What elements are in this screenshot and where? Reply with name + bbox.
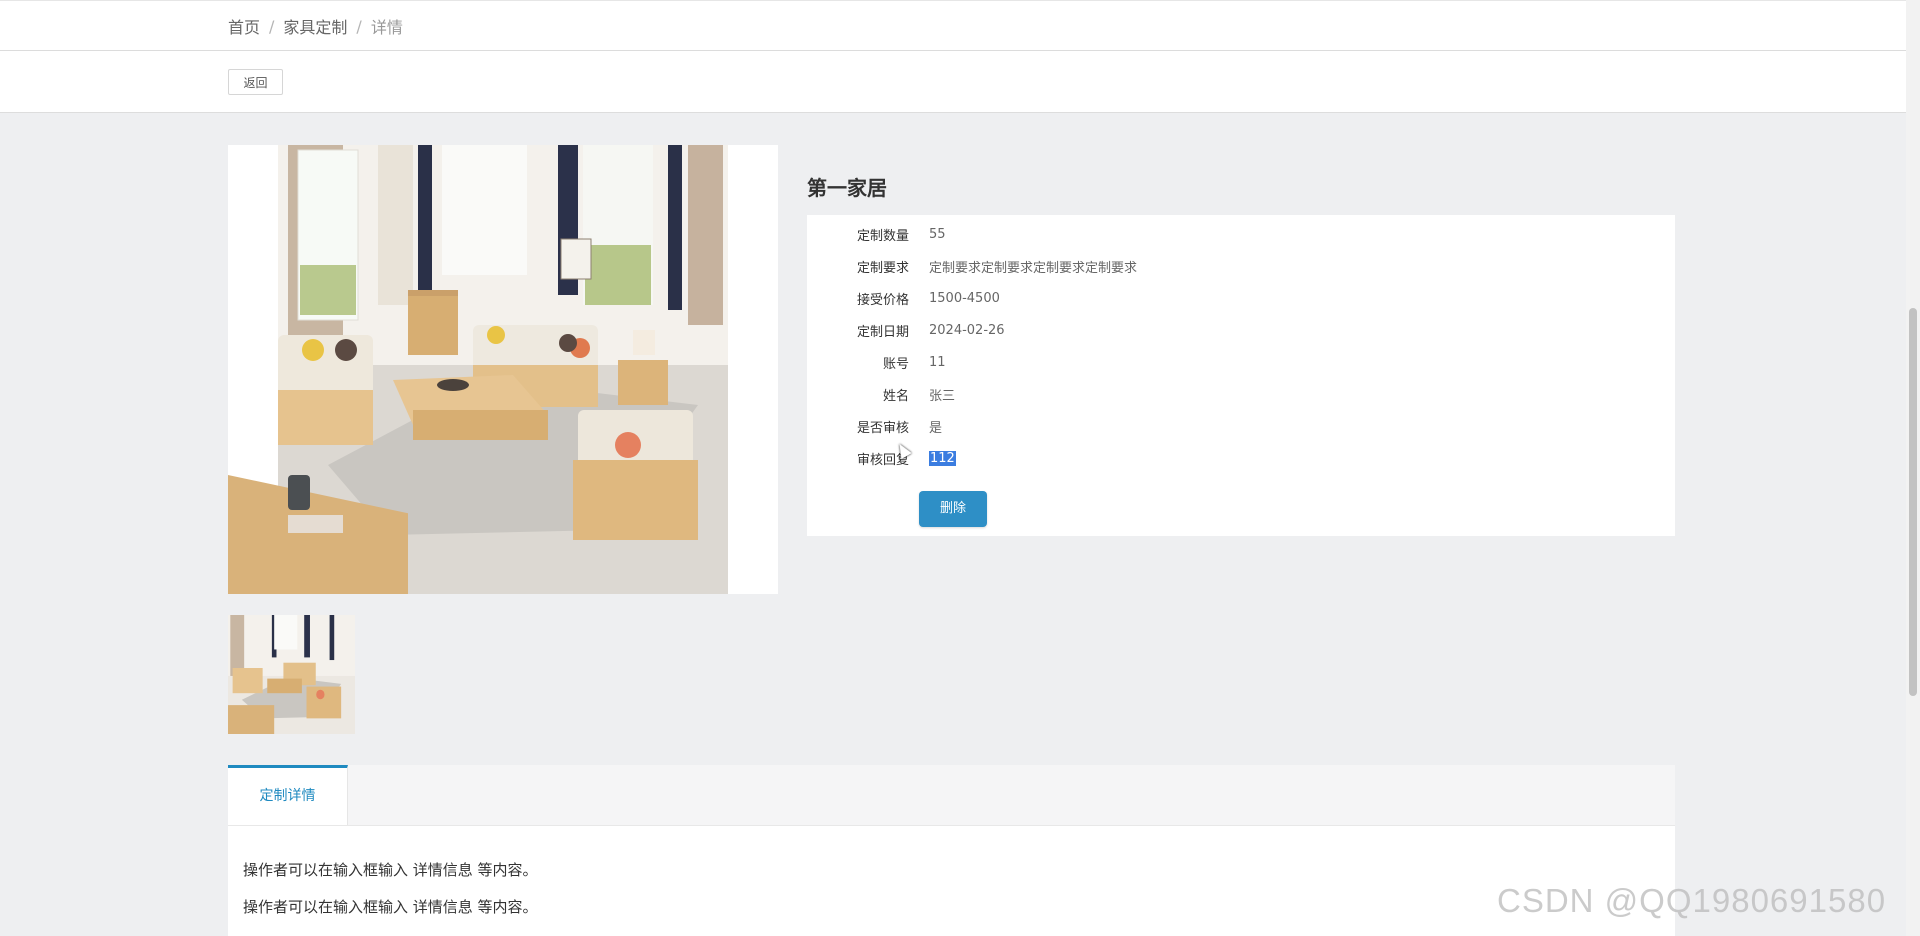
info-label: 审核回复 [856,452,909,468]
info-value: 张三 [929,388,956,404]
info-value: 1500-4500 [929,290,1000,306]
delete-button[interactable]: 删除 [919,491,987,527]
page-scrollbar[interactable] [1906,0,1920,936]
info-row-account: 账号 11 [807,346,1675,378]
info-row-requirement: 定制要求 定制要求定制要求定制要求定制要求 [807,250,1675,282]
info-label: 姓名 [882,388,909,404]
product-title: 第一家居 [807,176,887,200]
info-label: 定制数量 [856,228,909,244]
detail-text-line: 操作者可以在输入框输入 详情信息 等内容。 [243,898,538,916]
breadcrumb-current: 详情 [370,18,403,37]
tab-custom-detail[interactable]: 定制详情 [228,765,348,825]
detail-content: 操作者可以在输入框输入 详情信息 等内容。 操作者可以在输入框输入 详情信息 等… [228,826,1675,936]
info-value: 是 [929,420,943,436]
info-label: 定制日期 [856,324,909,340]
product-thumbnail[interactable] [228,615,355,734]
detail-tabs: 定制详情 [228,765,1675,826]
breadcrumb-separator: / [356,16,362,36]
info-row-reviewed: 是否审核 是 [807,410,1675,442]
top-bar: 首页 / 家具定制 / 详情 [0,0,1906,51]
back-button[interactable]: 返回 [228,69,283,95]
breadcrumb: 首页 / 家具定制 / 详情 [228,14,403,38]
info-value: 55 [929,226,946,242]
info-panel: 定制数量 55 定制要求 定制要求定制要求定制要求定制要求 接受价格 1500-… [807,215,1675,536]
detail-text-line: 操作者可以在输入框输入 详情信息 等内容。 [243,861,538,879]
csdn-watermark: CSDN @QQ1980691580 [1497,882,1887,919]
living-room-photo [228,145,778,594]
info-label: 接受价格 [856,292,909,308]
scrollbar-thumb[interactable] [1909,308,1917,696]
toolbar: 返回 [0,51,1906,113]
info-value: 定制要求定制要求定制要求定制要求 [929,260,1138,276]
info-row-name: 姓名 张三 [807,378,1675,410]
product-main-image [228,145,778,594]
info-value: 2024-02-26 [929,322,1005,338]
info-value: 11 [929,354,946,370]
living-room-thumbnail [228,615,355,734]
breadcrumb-category[interactable]: 家具定制 [283,14,347,38]
info-label: 定制要求 [856,260,909,276]
breadcrumb-separator: / [269,16,275,36]
breadcrumb-home[interactable]: 首页 [228,14,260,38]
info-row-price: 接受价格 1500-4500 [807,282,1675,314]
info-row-quantity: 定制数量 55 [807,218,1675,250]
info-label: 账号 [882,356,909,372]
info-value-selected: 112 [929,450,956,466]
info-row-review-reply: 审核回复 112 [807,442,1675,474]
info-label: 是否审核 [856,420,909,436]
info-row-date: 定制日期 2024-02-26 [807,314,1675,346]
